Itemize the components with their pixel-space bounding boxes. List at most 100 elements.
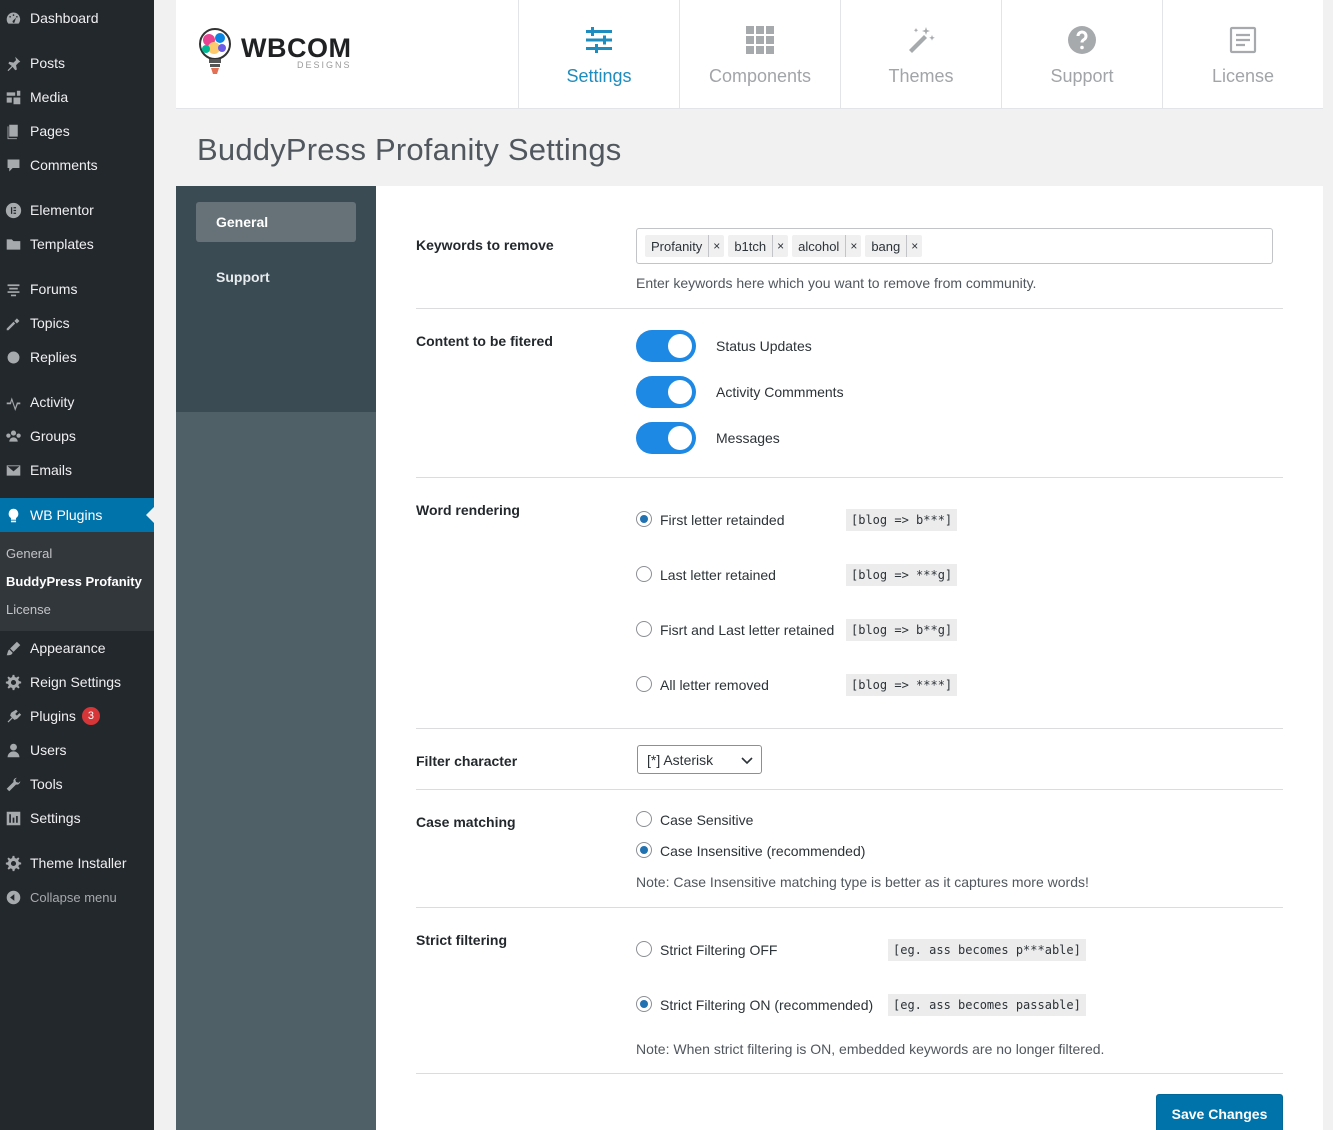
save-changes-button[interactable]: Save Changes xyxy=(1156,1094,1283,1130)
radio-case-sensitive[interactable] xyxy=(636,811,652,827)
wrench-icon xyxy=(4,775,22,793)
comment-icon xyxy=(4,156,22,174)
radio-strict-off[interactable] xyxy=(636,941,652,957)
radio-label: All letter removed xyxy=(660,677,769,693)
collapse-menu-button[interactable]: Collapse menu xyxy=(0,880,154,914)
menu-label: Settings xyxy=(30,810,81,826)
menu-topics[interactable]: Topics xyxy=(0,306,154,340)
divider xyxy=(416,1073,1283,1074)
folder-icon xyxy=(4,235,22,253)
divider xyxy=(416,308,1283,309)
tab-license[interactable]: License xyxy=(1162,0,1323,109)
tab-settings[interactable]: Settings xyxy=(518,0,679,109)
lightbulb-icon xyxy=(4,506,22,524)
keyword-tag: Profanity × xyxy=(645,235,725,257)
user-icon xyxy=(4,741,22,759)
submenu-buddypress-profanity[interactable]: BuddyPress Profanity xyxy=(6,574,142,589)
radio-label: Case Insensitive (recommended) xyxy=(660,843,866,859)
menu-settings[interactable]: Settings xyxy=(0,801,154,835)
toggle-activity-comments[interactable] xyxy=(636,376,696,408)
wb-plugins-submenu: General BuddyPress Profanity License xyxy=(0,532,154,631)
logo-brand: WBCOM xyxy=(241,33,352,63)
radio-first-last-letter[interactable] xyxy=(636,621,652,637)
settings-nav-support[interactable]: Support xyxy=(196,257,356,297)
grid-icon xyxy=(744,24,776,56)
submenu-general[interactable]: General xyxy=(6,546,52,561)
topics-icon xyxy=(4,314,22,332)
remove-tag-button[interactable]: × xyxy=(772,235,788,257)
menu-dashboard[interactable]: Dashboard xyxy=(0,1,154,35)
example-code: [blog => ***g] xyxy=(846,564,958,586)
menu-plugins[interactable]: Plugins 3 xyxy=(0,699,154,733)
license-icon xyxy=(1227,24,1259,56)
menu-label: Reign Settings xyxy=(30,674,122,690)
menu-comments[interactable]: Comments xyxy=(0,148,154,182)
menu-groups[interactable]: Groups xyxy=(0,419,154,453)
tab-label: Support xyxy=(1050,66,1114,86)
remove-tag-button[interactable]: × xyxy=(906,235,922,257)
keywords-tag-input[interactable]: Profanity × b1tch × alcohol × bang × xyxy=(636,228,1273,264)
menu-wb-plugins[interactable]: WB Plugins xyxy=(0,498,154,532)
filter-character-select[interactable]: [*] Asterisk xyxy=(637,745,762,774)
select-value: [*] Asterisk xyxy=(647,751,714,768)
toggle-label: Messages xyxy=(716,430,780,446)
menu-users[interactable]: Users xyxy=(0,733,154,767)
radio-strict-on[interactable] xyxy=(636,996,652,1012)
menu-theme-installer[interactable]: Theme Installer xyxy=(0,846,154,880)
replies-icon xyxy=(4,348,22,366)
menu-label: Pages xyxy=(30,123,70,139)
lightbulb-logo-icon xyxy=(196,26,234,78)
brush-icon xyxy=(4,639,22,657)
radio-case-insensitive[interactable] xyxy=(636,842,652,858)
settings-nav: General Support xyxy=(176,186,376,1130)
menu-elementor[interactable]: Elementor xyxy=(0,193,154,227)
menu-pages[interactable]: Pages xyxy=(0,114,154,148)
divider xyxy=(416,477,1283,478)
remove-tag-button[interactable]: × xyxy=(708,235,724,257)
wbcom-logo: WBCOM DESIGNS xyxy=(196,24,366,80)
tab-support[interactable]: Support xyxy=(1001,0,1162,109)
divider xyxy=(416,789,1283,790)
radio-label: Case Sensitive xyxy=(660,812,754,828)
activity-icon xyxy=(4,393,22,411)
toggle-label: Activity Commments xyxy=(716,384,844,400)
menu-label: Activity xyxy=(30,394,75,410)
menu-label: Theme Installer xyxy=(30,855,127,871)
radio-all-removed[interactable] xyxy=(636,676,652,692)
menu-tools[interactable]: Tools xyxy=(0,767,154,801)
radio-label: Strict Filtering ON (recommended) xyxy=(660,997,874,1013)
case-note: Note: Case Insensitive matching type is … xyxy=(636,874,1089,890)
menu-label: Posts xyxy=(30,55,66,71)
forums-icon xyxy=(4,280,22,298)
collapse-icon xyxy=(4,888,22,906)
menu-emails[interactable]: Emails xyxy=(0,453,154,487)
settings-icon xyxy=(4,809,22,827)
toggle-messages[interactable] xyxy=(636,422,696,454)
content-filter-label: Content to be fitered xyxy=(416,333,553,349)
plugin-header: WBCOM DESIGNS Settings Components Themes… xyxy=(176,0,1323,109)
menu-label: Replies xyxy=(30,349,77,365)
menu-templates[interactable]: Templates xyxy=(0,227,154,261)
menu-label: Dashboard xyxy=(30,10,99,26)
tab-components[interactable]: Components xyxy=(679,0,840,109)
radio-last-letter[interactable] xyxy=(636,566,652,582)
menu-label: Media xyxy=(30,89,69,105)
menu-replies[interactable]: Replies xyxy=(0,340,154,374)
submenu-license[interactable]: License xyxy=(6,602,51,617)
tab-label: Settings xyxy=(566,66,632,86)
chevron-down-icon xyxy=(741,757,753,765)
menu-media[interactable]: Media xyxy=(0,80,154,114)
menu-forums[interactable]: Forums xyxy=(0,272,154,306)
menu-label: Tools xyxy=(30,776,63,792)
menu-appearance[interactable]: Appearance xyxy=(0,631,154,665)
menu-label: Elementor xyxy=(30,202,94,218)
menu-posts[interactable]: Posts xyxy=(0,46,154,80)
tab-themes[interactable]: Themes xyxy=(840,0,1001,109)
menu-reign-settings[interactable]: Reign Settings xyxy=(0,665,154,699)
menu-label: Collapse menu xyxy=(30,889,117,905)
settings-nav-general[interactable]: General xyxy=(196,202,356,242)
menu-activity[interactable]: Activity xyxy=(0,385,154,419)
toggle-status-updates[interactable] xyxy=(636,330,696,362)
radio-first-letter[interactable] xyxy=(636,511,652,527)
remove-tag-button[interactable]: × xyxy=(845,235,861,257)
